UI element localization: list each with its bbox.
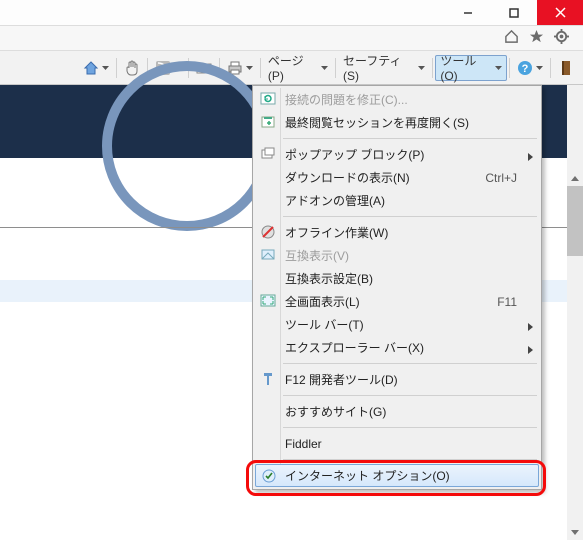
chevron-down-icon: [321, 66, 328, 70]
menu-item[interactable]: アドオンの管理(A): [255, 189, 539, 212]
door-icon: [558, 60, 574, 76]
menu-item[interactable]: ダウンロードの表示(N) Ctrl+J: [255, 166, 539, 189]
menu-item-label: ポップアップ ブロック(P): [285, 146, 424, 163]
menu-item-label: インターネット オプション(O): [285, 467, 450, 484]
maximize-button[interactable]: [491, 0, 537, 25]
submenu-arrow-icon: [528, 150, 533, 164]
safety-menu-button[interactable]: セーフティ(S): [338, 55, 430, 81]
window-titlebar: [0, 0, 583, 26]
separator: [335, 58, 336, 78]
menu-item[interactable]: おすすめサイト(G): [255, 400, 539, 423]
menu-separator: [283, 363, 537, 364]
devtools-icon: [260, 371, 276, 387]
icon-row: [0, 26, 583, 51]
vertical-scrollbar[interactable]: [567, 170, 583, 540]
offline-icon: [260, 224, 276, 240]
gear-icon[interactable]: [554, 29, 569, 47]
tools-menu-label: ツール(O): [440, 52, 492, 83]
menu-item-label: アドオンの管理(A): [285, 192, 385, 209]
minimize-button[interactable]: [445, 0, 491, 25]
page-menu-label: ページ(P): [268, 52, 318, 83]
menu-item-label: おすすめサイト(G): [285, 403, 386, 420]
menu-item-label: エクスプローラー バー(X): [285, 339, 424, 356]
tools-menu-button[interactable]: ツール(O): [435, 55, 507, 81]
svg-text:?: ?: [522, 63, 529, 75]
command-toolbar: ページ(P) セーフティ(S) ツール(O) ?: [0, 51, 583, 85]
menu-item-label: 最終閲覧セッションを再度開く(S): [285, 114, 469, 131]
menu-separator: [283, 216, 537, 217]
menu-separator: [283, 427, 537, 428]
menu-separator: [283, 395, 537, 396]
tools-dropdown-menu: 接続の問題を修正(C)... 最終閲覧セッションを再度開く(S) ポップアップ ブロ…: [252, 85, 542, 490]
help-button[interactable]: ?: [512, 55, 548, 81]
home-icon: [83, 60, 99, 76]
submenu-arrow-icon: [528, 343, 533, 357]
reopen-icon: [260, 114, 276, 130]
menu-item: 互換表示(V): [255, 244, 539, 267]
menu-item-shortcut: F11: [497, 295, 517, 309]
safety-menu-label: セーフティ(S): [343, 52, 415, 83]
menu-item[interactable]: エクスプローラー バー(X): [255, 336, 539, 359]
home-button[interactable]: [78, 55, 114, 81]
help-icon: ?: [517, 60, 533, 76]
menu-item-label: オフライン作業(W): [285, 224, 388, 241]
scrollbar-thumb[interactable]: [567, 186, 583, 256]
menu-item-shortcut: Ctrl+J: [485, 171, 517, 185]
menu-item[interactable]: Fiddler: [255, 432, 539, 455]
menu-separator: [283, 459, 537, 460]
menu-item[interactable]: オフライン作業(W): [255, 221, 539, 244]
options-icon: [261, 468, 277, 484]
separator: [509, 58, 510, 78]
hand-icon: [124, 60, 140, 76]
menu-item-label: 互換表示設定(B): [285, 270, 373, 287]
home-icon[interactable]: [504, 29, 519, 47]
scroll-down-button[interactable]: [567, 524, 583, 540]
fullscreen-icon: [260, 293, 276, 309]
menu-item[interactable]: ツール バー(T): [255, 313, 539, 336]
separator: [116, 58, 117, 78]
menu-item[interactable]: ポップアップ ブロック(P): [255, 143, 539, 166]
menu-item-label: F12 開発者ツール(D): [285, 371, 398, 388]
menu-item-label: ダウンロードの表示(N): [285, 169, 410, 186]
page-menu-button[interactable]: ページ(P): [263, 55, 333, 81]
compat-icon: [260, 247, 276, 263]
banner-arc-graphic: [102, 61, 272, 231]
favorites-icon[interactable]: [529, 29, 544, 47]
chevron-down-icon: [536, 66, 543, 70]
chevron-down-icon: [246, 66, 253, 70]
separator: [550, 58, 551, 78]
menu-item[interactable]: インターネット オプション(O): [255, 464, 539, 487]
menu-item-label: 互換表示(V): [285, 247, 349, 264]
chevron-down-icon: [418, 66, 425, 70]
separator: [260, 58, 261, 78]
refresh-icon: [260, 91, 276, 107]
menu-item-label: 全画面表示(L): [285, 293, 360, 310]
separator: [432, 58, 433, 78]
menu-item-label: ツール バー(T): [285, 316, 364, 333]
menu-item[interactable]: 最終閲覧セッションを再度開く(S): [255, 111, 539, 134]
chevron-down-icon: [495, 66, 502, 70]
extension-button[interactable]: [553, 55, 579, 81]
chevron-down-icon: [102, 66, 109, 70]
close-button[interactable]: [537, 0, 583, 25]
scroll-up-button[interactable]: [567, 170, 583, 186]
submenu-arrow-icon: [528, 320, 533, 334]
popup-icon: [260, 146, 276, 162]
menu-separator: [283, 138, 537, 139]
menu-item[interactable]: 互換表示設定(B): [255, 267, 539, 290]
menu-item[interactable]: F12 開発者ツール(D): [255, 368, 539, 391]
menu-item: 接続の問題を修正(C)...: [255, 88, 539, 111]
menu-item[interactable]: 全画面表示(L) F11: [255, 290, 539, 313]
menu-item-label: Fiddler: [285, 437, 322, 451]
menu-item-label: 接続の問題を修正(C)...: [285, 91, 408, 108]
